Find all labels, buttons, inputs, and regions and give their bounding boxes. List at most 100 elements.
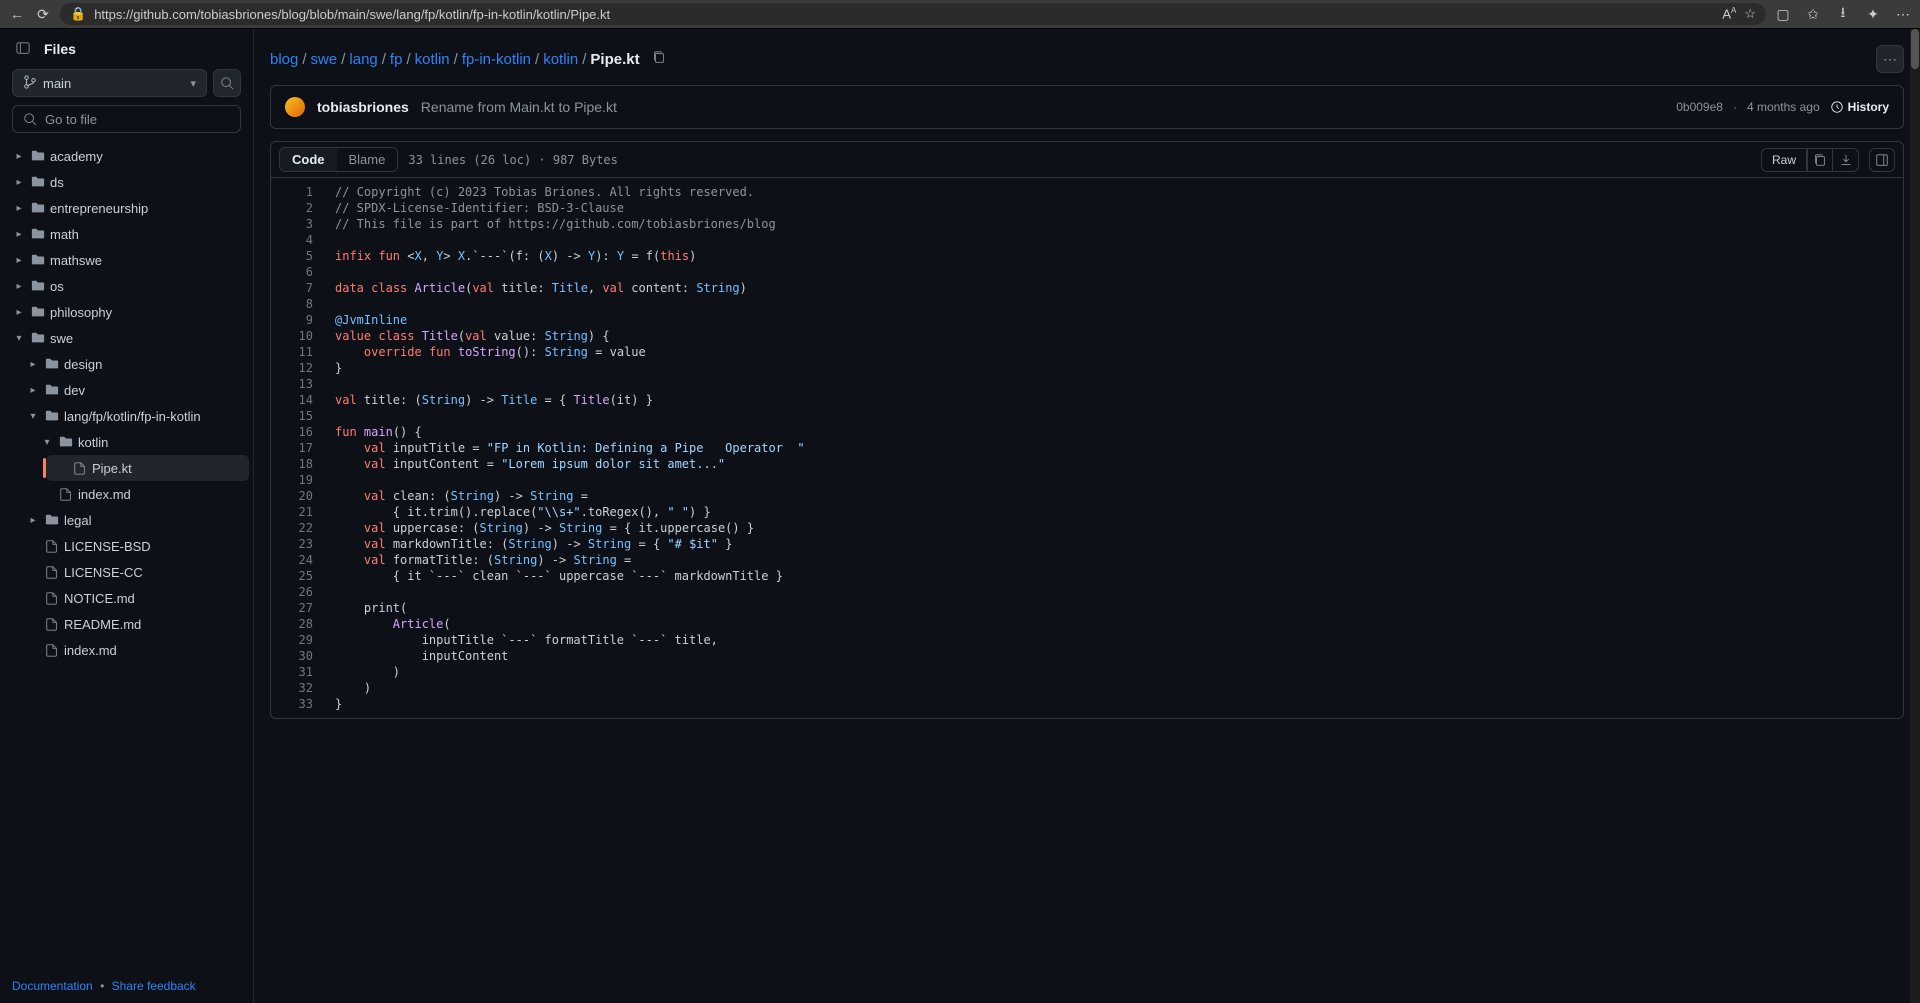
line-number[interactable]: 25: [271, 568, 313, 584]
line-number[interactable]: 16: [271, 424, 313, 440]
tree-file[interactable]: LICENSE-BSD: [18, 533, 249, 559]
star-icon[interactable]: ☆: [1744, 6, 1756, 22]
line-number[interactable]: 6: [271, 264, 313, 280]
line-number[interactable]: 22: [271, 520, 313, 536]
code-line[interactable]: [331, 296, 1903, 312]
line-number[interactable]: 19: [271, 472, 313, 488]
downloads-icon[interactable]: ⭳: [1834, 5, 1852, 23]
code-line[interactable]: print(: [331, 600, 1903, 616]
tree-folder[interactable]: ▾lang/fp/kotlin/fp-in-kotlin: [18, 403, 249, 429]
breadcrumb-link[interactable]: lang: [349, 51, 377, 68]
branch-selector[interactable]: main ▾: [12, 69, 207, 97]
line-number[interactable]: 5: [271, 248, 313, 264]
code-line[interactable]: data class Article(val title: Title, val…: [331, 280, 1903, 296]
tree-file[interactable]: README.md: [18, 611, 249, 637]
code-line[interactable]: value class Title(val value: String) {: [331, 328, 1903, 344]
code-line[interactable]: inputContent: [331, 648, 1903, 664]
commit-sha[interactable]: 0b009e8: [1676, 100, 1723, 114]
scrollbar-thumb[interactable]: [1911, 29, 1919, 69]
breadcrumb-link[interactable]: kotlin: [415, 51, 450, 68]
line-number[interactable]: 8: [271, 296, 313, 312]
code-line[interactable]: val markdownTitle: (String) -> String = …: [331, 536, 1903, 552]
tree-file[interactable]: index.md: [18, 637, 249, 663]
code-lines[interactable]: // Copyright (c) 2023 Tobias Briones. Al…: [331, 178, 1903, 718]
menu-icon[interactable]: ⋯: [1894, 5, 1912, 23]
tree-folder[interactable]: ▸math: [4, 221, 249, 247]
code-line[interactable]: val title: (String) -> Title = { Title(i…: [331, 392, 1903, 408]
line-number[interactable]: 2: [271, 200, 313, 216]
code-line[interactable]: inputTitle `---` formatTitle `---` title…: [331, 632, 1903, 648]
code-line[interactable]: override fun toString(): String = value: [331, 344, 1903, 360]
history-button[interactable]: History: [1830, 100, 1889, 114]
code-line[interactable]: [331, 408, 1903, 424]
download-raw-button[interactable]: [1833, 148, 1859, 172]
code-line[interactable]: val clean: (String) -> String =: [331, 488, 1903, 504]
favorites-icon[interactable]: ✩: [1804, 5, 1822, 23]
code-line[interactable]: Article(: [331, 616, 1903, 632]
page-scrollbar[interactable]: [1910, 29, 1920, 1003]
split-icon[interactable]: ▢: [1774, 5, 1792, 23]
tree-folder[interactable]: ▾kotlin: [32, 429, 249, 455]
code-line[interactable]: @JvmInline: [331, 312, 1903, 328]
code-line[interactable]: }: [331, 360, 1903, 376]
breadcrumb-link[interactable]: fp-in-kotlin: [462, 51, 531, 68]
line-number[interactable]: 21: [271, 504, 313, 520]
go-to-file-input[interactable]: Go to file: [12, 105, 241, 133]
line-number[interactable]: 17: [271, 440, 313, 456]
tab-code[interactable]: Code: [280, 148, 337, 171]
line-number[interactable]: 28: [271, 616, 313, 632]
tree-folder[interactable]: ▸academy: [4, 143, 249, 169]
code-line[interactable]: ): [331, 664, 1903, 680]
breadcrumb-link[interactable]: swe: [311, 51, 338, 68]
extensions-icon[interactable]: ✦: [1864, 5, 1882, 23]
code-line[interactable]: infix fun <X, Y> X.`---`(f: (X) -> Y): Y…: [331, 248, 1903, 264]
raw-button[interactable]: Raw: [1761, 148, 1807, 172]
line-number[interactable]: 1: [271, 184, 313, 200]
tree-file[interactable]: NOTICE.md: [18, 585, 249, 611]
code-line[interactable]: { it.trim().replace("\\s+".toRegex(), " …: [331, 504, 1903, 520]
code-line[interactable]: val uppercase: (String) -> String = { it…: [331, 520, 1903, 536]
line-number[interactable]: 7: [271, 280, 313, 296]
line-number-gutter[interactable]: 1234567891011121314151617181920212223242…: [271, 178, 331, 718]
tree-file[interactable]: Pipe.kt: [46, 455, 249, 481]
tab-blame[interactable]: Blame: [337, 148, 398, 171]
tree-folder[interactable]: ▸design: [18, 351, 249, 377]
line-number[interactable]: 14: [271, 392, 313, 408]
line-number[interactable]: 3: [271, 216, 313, 232]
feedback-link[interactable]: Share feedback: [112, 979, 196, 993]
code-line[interactable]: { it `---` clean `---` uppercase `---` m…: [331, 568, 1903, 584]
line-number[interactable]: 10: [271, 328, 313, 344]
line-number[interactable]: 24: [271, 552, 313, 568]
tree-file[interactable]: LICENSE-CC: [18, 559, 249, 585]
line-number[interactable]: 23: [271, 536, 313, 552]
tree-folder[interactable]: ▸os: [4, 273, 249, 299]
line-number[interactable]: 32: [271, 680, 313, 696]
code-line[interactable]: [331, 472, 1903, 488]
code-line[interactable]: // SPDX-License-Identifier: BSD-3-Clause: [331, 200, 1903, 216]
line-number[interactable]: 31: [271, 664, 313, 680]
symbols-panel-button[interactable]: [1869, 148, 1895, 172]
url-bar[interactable]: 🔒 https://github.com/tobiasbriones/blog/…: [60, 3, 1766, 25]
tree-folder[interactable]: ▸dev: [18, 377, 249, 403]
line-number[interactable]: 13: [271, 376, 313, 392]
breadcrumb-link[interactable]: kotlin: [543, 51, 578, 68]
code-line[interactable]: val inputTitle = "FP in Kotlin: Defining…: [331, 440, 1903, 456]
docs-link[interactable]: Documentation: [12, 979, 93, 993]
back-button[interactable]: ←: [8, 5, 26, 23]
code-line[interactable]: // Copyright (c) 2023 Tobias Briones. Al…: [331, 184, 1903, 200]
breadcrumb-link[interactable]: fp: [390, 51, 403, 68]
tree-file[interactable]: index.md: [32, 481, 249, 507]
line-number[interactable]: 18: [271, 456, 313, 472]
tree-folder[interactable]: ▸legal: [18, 507, 249, 533]
search-repo-button[interactable]: [213, 69, 241, 97]
tree-folder[interactable]: ▸mathswe: [4, 247, 249, 273]
tree-folder[interactable]: ▸entrepreneurship: [4, 195, 249, 221]
code-line[interactable]: }: [331, 696, 1903, 712]
collapse-sidebar-icon[interactable]: [16, 41, 32, 57]
avatar[interactable]: [285, 97, 305, 117]
more-options-button[interactable]: ⋯: [1876, 45, 1904, 73]
reader-icon[interactable]: AA: [1722, 6, 1736, 21]
commit-author[interactable]: tobiasbriones: [317, 99, 409, 115]
line-number[interactable]: 9: [271, 312, 313, 328]
code-line[interactable]: val formatTitle: (String) -> String =: [331, 552, 1903, 568]
